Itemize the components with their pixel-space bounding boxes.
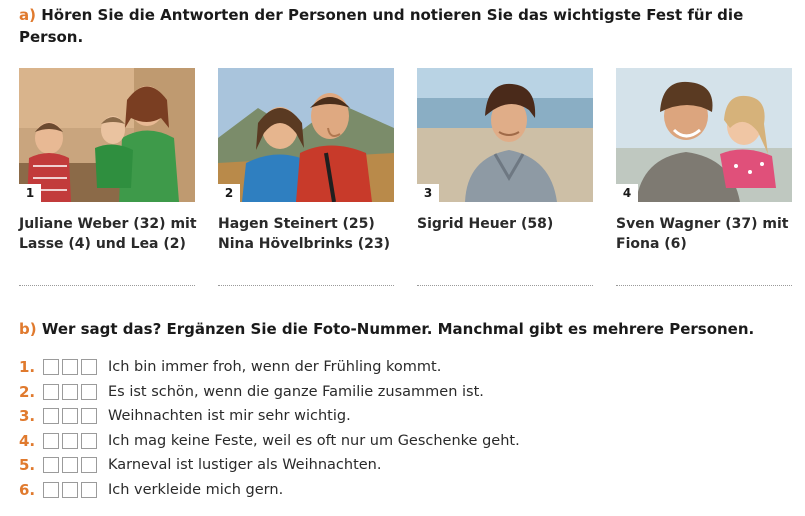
photo-4-caption-line-2: Fiona (6): [616, 236, 687, 252]
photo-3-number: 3: [417, 184, 439, 202]
photo-card-1: 1 Juliane Weber (32) mit Lasse (4) und L…: [19, 68, 197, 254]
answer-box[interactable]: [81, 457, 97, 474]
task-b-letter: b): [19, 320, 37, 338]
answer-box[interactable]: [62, 359, 78, 376]
answer-line-2[interactable]: [218, 285, 394, 286]
statement-2-text: Es ist schön, wenn die ganze Familie zus…: [108, 383, 484, 400]
statement-5-answer-boxes: [43, 457, 97, 474]
statement-5-number: 5.: [19, 456, 36, 475]
answer-box[interactable]: [43, 408, 59, 425]
statement-6-number: 6.: [19, 480, 36, 499]
statement-6-answer-boxes: [43, 481, 97, 498]
photo-1-caption-line-2: Lasse (4) und Lea (2): [19, 236, 186, 252]
photo-1-caption-line-1: Juliane Weber (32) mit: [19, 216, 197, 232]
task-b-heading: b) Wer sagt das? Ergänzen Sie die Foto-N…: [19, 318, 799, 340]
task-a-heading: a) Hören Sie die Antworten der Personen …: [19, 4, 789, 48]
photo-card-3: 3 Sigrid Heuer (58): [417, 68, 593, 234]
answer-line-1[interactable]: [19, 285, 195, 286]
photo-1-number: 1: [19, 184, 41, 202]
photo-2-image: 2: [218, 68, 394, 202]
answer-box[interactable]: [81, 432, 97, 449]
statement-1-text: Ich bin immer froh, wenn der Frühling ko…: [108, 359, 442, 376]
answer-box[interactable]: [62, 432, 78, 449]
task-b-instruction: Wer sagt das? Ergänzen Sie die Foto-Numm…: [41, 320, 755, 338]
answer-box[interactable]: [81, 481, 97, 498]
answer-box[interactable]: [43, 383, 59, 400]
answer-box[interactable]: [43, 432, 59, 449]
answer-box[interactable]: [62, 481, 78, 498]
statement-4-number: 4.: [19, 431, 36, 450]
statement-3-text: Weihnachten ist mir sehr wichtig.: [108, 408, 351, 425]
statement-2-number: 2.: [19, 382, 36, 401]
statement-3-answer-boxes: [43, 408, 97, 425]
photo-2-caption-line-2: Nina Hövelbrinks (23): [218, 236, 391, 252]
photo-4-number: 4: [616, 184, 638, 202]
statement-5-text: Karneval ist lustiger als Weihnachten.: [108, 457, 382, 474]
photo-2-caption: Hagen Steinert (25) Nina Hövelbrinks (23…: [218, 214, 394, 254]
statement-1-number: 1.: [19, 358, 36, 377]
task-a-letter: a): [19, 6, 36, 24]
answer-box[interactable]: [43, 359, 59, 376]
statement-list: 1. Ich bin immer froh, wenn der Frühling…: [19, 355, 520, 502]
photo-3-caption-line-1: Sigrid Heuer (58): [417, 216, 554, 232]
photo-1-image: 1: [19, 68, 195, 202]
task-a-instruction: Hören Sie die Antworten der Personen und…: [19, 6, 744, 46]
answer-line-4[interactable]: [616, 285, 792, 286]
statement-2: 2. Es ist schön, wenn die ganze Familie …: [19, 380, 520, 405]
photo-card-4: 4 Sven Wagner (37) mit Fiona (6): [616, 68, 792, 254]
photo-3-image: 3: [417, 68, 593, 202]
answer-box[interactable]: [62, 408, 78, 425]
answer-box[interactable]: [81, 359, 97, 376]
answer-box[interactable]: [62, 383, 78, 400]
answer-box[interactable]: [43, 481, 59, 498]
answer-line-3[interactable]: [417, 285, 593, 286]
statement-4-text: Ich mag keine Feste, weil es oft nur um …: [108, 432, 520, 449]
statement-6-text: Ich verkleide mich gern.: [108, 481, 284, 498]
photo-4-caption-line-1: Sven Wagner (37) mit: [616, 216, 789, 232]
statement-3-number: 3.: [19, 407, 36, 426]
photo-4-image: 4: [616, 68, 792, 202]
statement-4-answer-boxes: [43, 432, 97, 449]
photo-2-caption-line-1: Hagen Steinert (25): [218, 216, 375, 232]
answer-box[interactable]: [81, 408, 97, 425]
photo-1-caption: Juliane Weber (32) mit Lasse (4) und Lea…: [19, 214, 197, 254]
photo-3-caption: Sigrid Heuer (58): [417, 214, 593, 234]
statement-3: 3. Weihnachten ist mir sehr wichtig.: [19, 404, 520, 429]
statement-1-answer-boxes: [43, 359, 97, 376]
statement-2-answer-boxes: [43, 383, 97, 400]
photo-4-caption: Sven Wagner (37) mit Fiona (6): [616, 214, 792, 254]
answer-box[interactable]: [43, 457, 59, 474]
answer-box[interactable]: [81, 383, 97, 400]
statement-5: 5. Karneval ist lustiger als Weihnachten…: [19, 453, 520, 478]
photo-card-2: 2 Hagen Steinert (25) Nina Hövelbrinks (…: [218, 68, 394, 254]
statement-6: 6. Ich verkleide mich gern.: [19, 478, 520, 503]
statement-1: 1. Ich bin immer froh, wenn der Frühling…: [19, 355, 520, 380]
photo-2-number: 2: [218, 184, 240, 202]
answer-box[interactable]: [62, 457, 78, 474]
statement-4: 4. Ich mag keine Feste, weil es oft nur …: [19, 429, 520, 454]
